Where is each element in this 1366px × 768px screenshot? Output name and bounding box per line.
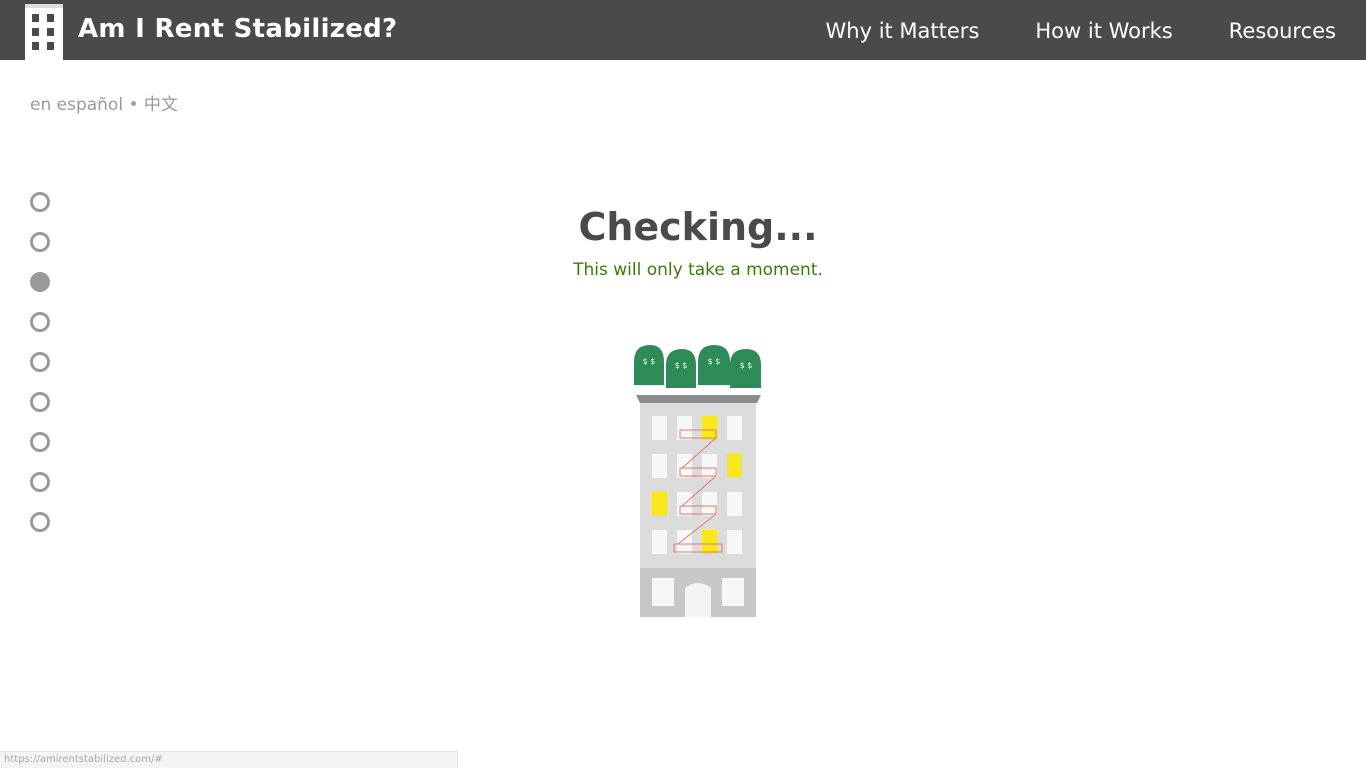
nav-how-it-works[interactable]: How it Works	[1035, 19, 1172, 43]
language-switcher: en español • 中文	[30, 90, 178, 115]
page-title: Checking...	[578, 205, 818, 249]
money-label: $ $	[708, 357, 721, 366]
lang-separator: •	[128, 95, 139, 115]
step-dot-2[interactable]	[30, 232, 50, 252]
building-logo-icon[interactable]	[25, 4, 65, 60]
step-dot-1[interactable]	[30, 192, 50, 212]
nav-why-it-matters[interactable]: Why it Matters	[826, 19, 980, 43]
nav-resources[interactable]: Resources	[1229, 19, 1336, 43]
money-bags: $ $ $ $ $ $ $ $	[634, 345, 761, 388]
step-dot-3[interactable]	[30, 272, 50, 292]
money-label: $ $	[740, 361, 753, 370]
site-title[interactable]: Am I Rent Stabilized?	[78, 14, 397, 44]
page-subtitle: This will only take a moment.	[573, 260, 823, 280]
building-illustration: $ $ $ $ $ $ $ $	[634, 345, 761, 617]
status-bar-url: https://amirentstabilized.com/#	[0, 751, 458, 768]
lang-spanish-link[interactable]: en español	[30, 95, 123, 115]
main-nav: Why it Matters How it Works Resources	[826, 19, 1336, 43]
step-progress-indicator	[30, 192, 50, 552]
money-label: $ $	[675, 361, 688, 370]
step-dot-5[interactable]	[30, 352, 50, 372]
step-dot-9[interactable]	[30, 512, 50, 532]
money-label: $ $	[643, 357, 656, 366]
step-dot-7[interactable]	[30, 432, 50, 452]
step-dot-6[interactable]	[30, 392, 50, 412]
step-dot-4[interactable]	[30, 312, 50, 332]
lang-chinese-link[interactable]: 中文	[144, 95, 178, 115]
step-dot-8[interactable]	[30, 472, 50, 492]
top-navbar: Am I Rent Stabilized? Why it Matters How…	[0, 0, 1366, 60]
